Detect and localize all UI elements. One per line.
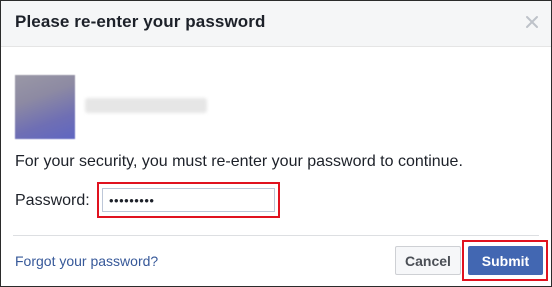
- password-label: Password:: [15, 192, 90, 209]
- avatar: [15, 75, 75, 139]
- footer-divider: [13, 235, 539, 236]
- security-message: For your security, you must re-enter you…: [15, 153, 463, 170]
- password-field[interactable]: [102, 188, 275, 212]
- dialog-title: Please re-enter your password: [15, 12, 266, 31]
- submit-button[interactable]: Submit: [468, 246, 543, 275]
- forgot-password-link[interactable]: Forgot your password?: [15, 253, 158, 269]
- reauth-dialog: Please re-enter your password For your s…: [0, 0, 552, 287]
- close-icon[interactable]: [524, 14, 540, 30]
- blurred-account-name: [85, 98, 207, 113]
- dialog-header: Please re-enter your password: [1, 1, 551, 47]
- cancel-button[interactable]: Cancel: [395, 246, 461, 275]
